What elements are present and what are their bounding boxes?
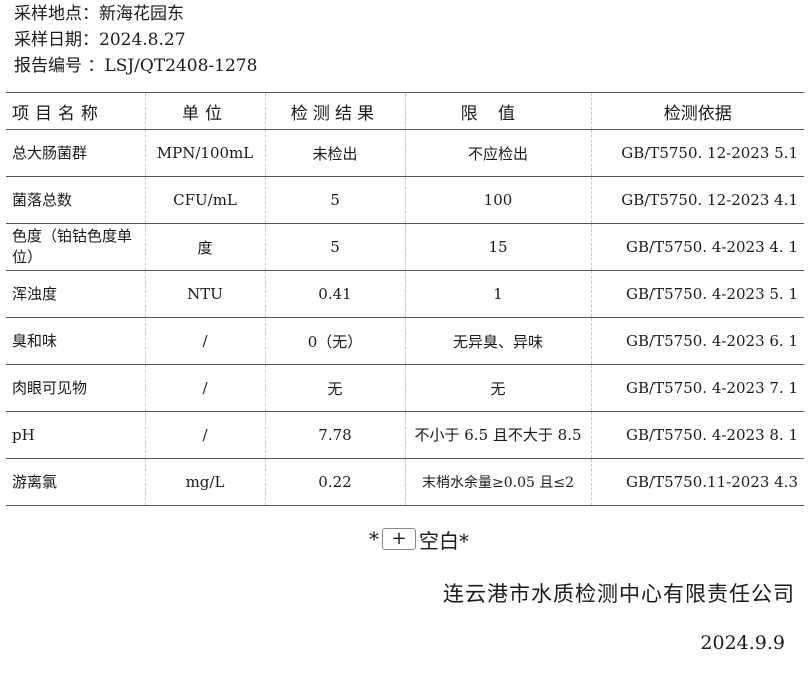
column-header-unit: 单位 <box>144 92 265 130</box>
blank-left-mark: * <box>369 527 379 551</box>
sampling-location-label: 采样地点： <box>14 4 99 24</box>
table-row: pH / 7.78 不小于 6.5 且不大于 8.5 GB/T5750. 4-2… <box>6 411 804 459</box>
cell-result: 无 <box>264 364 405 412</box>
company-name: 连云港市水质检测中心有限责任公司 <box>443 582 795 606</box>
cell-limit: 无 <box>404 364 591 412</box>
cell-limit: 100 <box>404 176 591 224</box>
cell-result: 5 <box>264 223 405 271</box>
column-header-limit: 限值 <box>404 92 591 130</box>
blank-text: 空白* <box>419 528 469 553</box>
cell-item: 菌落总数 <box>6 176 145 224</box>
cell-method: GB/T5750. 4-2023 8. 1 <box>590 411 804 459</box>
cell-result: 0.41 <box>264 270 405 318</box>
cell-method: GB/T5750. 4-2023 7. 1 <box>590 364 804 412</box>
column-header-method: 检测依据 <box>590 92 804 130</box>
cell-item: 臭和味 <box>6 317 145 365</box>
table-row: 菌落总数 CFU/mL 5 100 GB/T5750. 12-2023 4.1 <box>6 176 804 224</box>
cell-result: 5 <box>264 176 405 224</box>
report-number: 报告编号 ：LSJ/QT2408-1278 <box>14 55 257 77</box>
cell-limit: 不应检出 <box>404 129 591 177</box>
cell-unit: / <box>144 317 265 365</box>
cell-unit: mg/L <box>144 458 265 506</box>
column-header-item: 项目名称 <box>6 92 145 130</box>
sampling-location-value: 新海花园东 <box>99 4 184 24</box>
cell-limit-text: 不小于 6.5 且不大于 8.5 <box>414 426 582 444</box>
cell-limit: 不小于 6.5 且不大于 8.5 <box>404 411 591 459</box>
cell-limit: 1 <box>404 270 591 318</box>
table-row: 色度（铂钴色度单位） 度 5 15 GB/T5750. 4-2023 4. 1 <box>6 223 804 271</box>
cell-item: 色度（铂钴色度单位） <box>6 223 145 271</box>
table-header-row: 项目名称 单位 检测结果 限值 检测依据 <box>6 92 804 130</box>
cell-method: GB/T5750.11-2023 4.3 <box>590 458 804 506</box>
sampling-location: 采样地点：新海花园东 <box>14 3 184 25</box>
plus-icon: + <box>391 528 407 549</box>
report-number-label: 报告编号 ： <box>14 56 105 76</box>
cell-unit: / <box>144 411 265 459</box>
sampling-date: 采样日期：2024.8.27 <box>14 29 186 51</box>
sampling-date-value: 2024.8.27 <box>99 30 186 50</box>
table-row: 浑浊度 NTU 0.41 1 GB/T5750. 4-2023 5. 1 <box>6 270 804 318</box>
cell-limit: 末梢水余量≥0.05 且≤2 <box>404 458 591 506</box>
sampling-date-label: 采样日期： <box>14 30 99 50</box>
results-table: 项目名称 单位 检测结果 限值 检测依据 总大肠菌群 MPN/100mL 未检出… <box>6 92 804 506</box>
table-row: 臭和味 / 0（无） 无异臭、异味 GB/T5750. 4-2023 6. 1 <box>6 317 804 365</box>
cell-result: 未检出 <box>264 129 405 177</box>
cell-result: 0.22 <box>264 458 405 506</box>
cell-result: 7.78 <box>264 411 405 459</box>
cell-method: GB/T5750. 4-2023 6. 1 <box>590 317 804 365</box>
cell-item: pH <box>6 411 145 459</box>
table-row: 肉眼可见物 / 无 无 GB/T5750. 4-2023 7. 1 <box>6 364 804 412</box>
cell-method: GB/T5750. 4-2023 4. 1 <box>590 223 804 271</box>
cell-limit: 15 <box>404 223 591 271</box>
cell-item: 游离氯 <box>6 458 145 506</box>
cell-item: 总大肠菌群 <box>6 129 145 177</box>
cell-method: GB/T5750. 4-2023 5. 1 <box>590 270 804 318</box>
blank-marker: * + 空白* <box>369 524 469 554</box>
cell-result: 0（无） <box>264 317 405 365</box>
issue-date: 2024.9.9 <box>700 632 785 654</box>
column-header-result: 检测结果 <box>264 92 405 130</box>
report-number-value: LSJ/QT2408-1278 <box>104 56 258 76</box>
cell-unit: NTU <box>144 270 265 318</box>
cell-item: 浑浊度 <box>6 270 145 318</box>
plus-box-icon: + <box>382 528 416 550</box>
cell-method: GB/T5750. 12-2023 4.1 <box>590 176 804 224</box>
cell-item: 肉眼可见物 <box>6 364 145 412</box>
cell-limit: 无异臭、异味 <box>404 317 591 365</box>
table-row: 游离氯 mg/L 0.22 末梢水余量≥0.05 且≤2 GB/T5750.11… <box>6 458 804 506</box>
table-row: 总大肠菌群 MPN/100mL 未检出 不应检出 GB/T5750. 12-20… <box>6 129 804 177</box>
cell-unit: MPN/100mL <box>144 129 265 177</box>
cell-method: GB/T5750. 12-2023 5.1 <box>590 129 804 177</box>
cell-unit: CFU/mL <box>144 176 265 224</box>
cell-unit: 度 <box>144 223 265 271</box>
cell-unit: / <box>144 364 265 412</box>
